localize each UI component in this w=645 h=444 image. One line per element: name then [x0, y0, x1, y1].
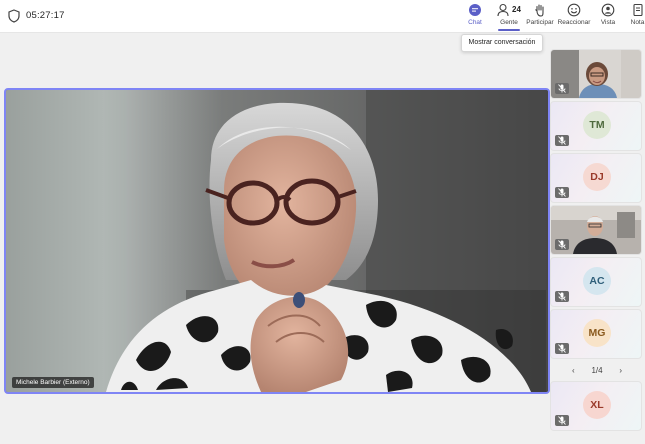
speaker-name-badge: Michele Barbier (Externo) — [12, 377, 94, 388]
mic-off-icon — [558, 240, 566, 249]
mic-off-badge — [555, 415, 569, 426]
chat-tooltip: Mostrar conversación — [461, 34, 543, 52]
react-button[interactable]: Reaccionar — [557, 2, 591, 30]
mic-off-icon — [558, 416, 566, 425]
view-icon — [601, 3, 615, 17]
mic-off-icon — [558, 84, 566, 93]
mic-off-badge — [555, 135, 569, 146]
chat-label: Chat — [468, 19, 482, 26]
mic-off-icon — [558, 344, 566, 353]
meeting-toolbar: 05:27:17 Chat 24 Gente Participar Reacci… — [0, 0, 645, 33]
mic-off-icon — [558, 188, 566, 197]
view-button[interactable]: Vista — [598, 2, 618, 30]
chat-icon — [469, 4, 481, 16]
people-label: Gente — [500, 19, 518, 26]
shield-icon — [8, 9, 20, 23]
notes-icon — [632, 3, 643, 17]
mic-off-badge — [555, 187, 569, 198]
avatar-initials: MG — [583, 319, 611, 347]
notes-button[interactable]: Nota — [630, 2, 645, 30]
participant-tile-3[interactable]: DJ — [550, 153, 642, 203]
avatar-initials: DJ — [583, 163, 611, 191]
pager-label: 1/4 — [591, 365, 603, 375]
mic-off-badge — [555, 291, 569, 302]
participant-tile-6[interactable]: MG — [550, 309, 642, 359]
participant-tile-7[interactable]: XL — [550, 381, 642, 431]
people-button[interactable]: 24 Gente — [494, 2, 524, 30]
mic-off-badge — [555, 83, 569, 94]
chat-button[interactable]: Chat — [463, 2, 487, 30]
avatar-initials: AC — [583, 267, 611, 295]
mic-off-badge — [555, 239, 569, 250]
raise-hand-button[interactable]: Participar — [526, 2, 554, 30]
notes-label: Nota — [630, 19, 645, 26]
active-tab-indicator — [498, 29, 520, 31]
hand-icon — [535, 4, 544, 17]
people-count: 24 — [512, 5, 521, 14]
participate-label: Participar — [526, 19, 554, 26]
meeting-timer: 05:27:17 — [26, 10, 65, 21]
smile-icon — [567, 3, 581, 17]
participant-tile-5[interactable]: AC — [550, 257, 642, 307]
mic-off-badge — [555, 343, 569, 354]
react-label: Reaccionar — [557, 19, 591, 26]
participant-pager: ‹ 1/4 › — [572, 363, 622, 377]
main-video-stage[interactable]: Michele Barbier (Externo) — [4, 88, 550, 394]
mic-off-icon — [558, 136, 566, 145]
participant-tile-2[interactable]: TM — [550, 101, 642, 151]
participant-tile-4[interactable] — [550, 205, 642, 255]
participant-tile-1[interactable] — [550, 49, 642, 99]
avatar-initials: XL — [583, 391, 611, 419]
chevron-right-icon[interactable]: › — [619, 366, 622, 375]
people-icon — [497, 3, 509, 17]
mic-off-icon — [558, 292, 566, 301]
chevron-left-icon[interactable]: ‹ — [572, 366, 575, 375]
avatar-initials: TM — [583, 111, 611, 139]
speaker-video — [6, 90, 548, 392]
view-label: Vista — [600, 19, 616, 26]
